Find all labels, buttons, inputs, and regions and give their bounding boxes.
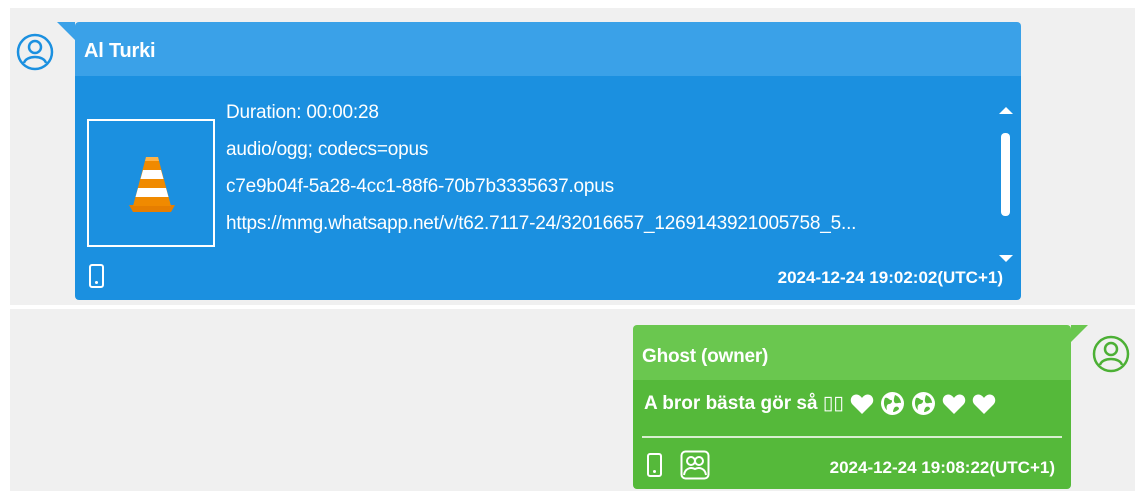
message-timestamp: 2024-12-24 19:08:22(UTC+1) — [829, 458, 1055, 477]
emoji-row — [850, 391, 1002, 416]
scroll-up-arrow-icon[interactable] — [999, 107, 1013, 114]
scroll-down-arrow-icon[interactable] — [999, 255, 1013, 262]
attachment-duration: Duration: 00:00:28 — [226, 102, 379, 123]
bubble-tail — [57, 22, 75, 40]
bubble-body: Duration: 00:00:28 audio/ogg; codecs=opu… — [75, 76, 1021, 300]
attachment-thumbnail[interactable] — [87, 119, 215, 247]
attachment-mime-type: audio/ogg; codecs=opus — [226, 139, 429, 160]
heart-icon — [850, 394, 873, 414]
message-bubble-outgoing[interactable]: Ghost (owner) A bror bästa gör så ▯▯ 202… — [633, 325, 1088, 489]
bubble-header: Al Turki — [75, 22, 1021, 76]
owner-avatar-icon — [1092, 335, 1130, 373]
globe-icon — [880, 392, 904, 415]
sender-name: Al Turki — [84, 40, 156, 62]
bubble-body: A bror bästa gör så ▯▯ 2024-12-24 19:08:… — [633, 380, 1071, 489]
group-icon — [680, 450, 710, 480]
attachment-url[interactable]: https://mmg.whatsapp.net/v/t62.7117-24/3… — [226, 213, 856, 235]
heart-icon — [942, 394, 965, 414]
attachment-filename: c7e9b04f-5a28-4cc1-88f6-70b7b3335637.opu… — [226, 176, 614, 197]
divider — [642, 436, 1062, 438]
sender-name: Ghost (owner) — [642, 346, 769, 367]
phone-icon — [647, 453, 662, 477]
bubble-header: Ghost (owner) — [633, 325, 1071, 380]
contact-avatar-icon — [16, 33, 54, 71]
vlc-cone-icon — [129, 157, 175, 212]
scrollbar-thumb[interactable] — [1001, 133, 1010, 216]
globe-icon — [911, 392, 935, 415]
message-bubble-incoming[interactable]: Al Turki Duration: 00:00:28 audio/ogg; c… — [57, 22, 1021, 300]
message-text-row: A bror bästa gör så ▯▯ — [644, 391, 1002, 416]
heart-icon — [972, 394, 995, 414]
phone-icon — [89, 264, 104, 288]
bubble-tail — [1071, 325, 1088, 342]
message-timestamp: 2024-12-24 19:02:02(UTC+1) — [777, 268, 1003, 287]
message-text: A bror bästa gör så ▯▯ — [644, 393, 844, 414]
